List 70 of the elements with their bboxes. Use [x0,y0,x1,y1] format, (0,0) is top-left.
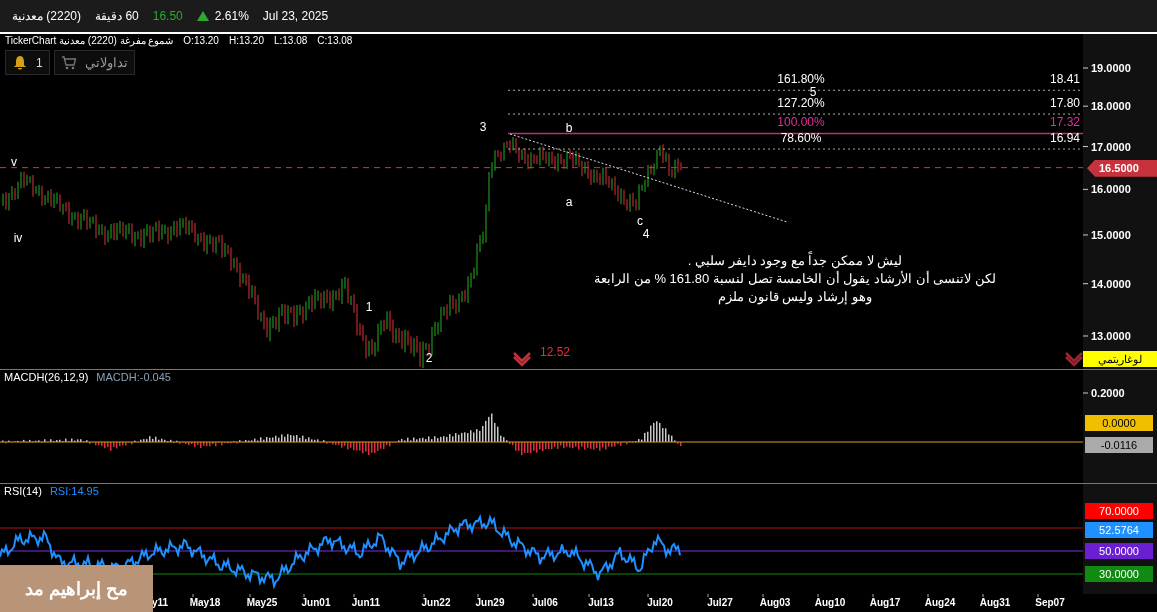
wave-label: c [637,214,643,228]
low-price: L:13.08 [273,35,308,46]
chart-title: شموع مفرغة (2220) معدنية TickerChart [5,35,174,46]
price-tick: 17.0000 [1091,140,1131,153]
fib-price: 18.41 [1049,72,1080,87]
date-tick: May25 [246,597,278,608]
fib-percent: 78.60% [780,131,822,146]
symbol-name: (2220) معدنية [12,9,82,23]
author-stamp: مح إبراهيم مد [0,565,153,612]
wave-label: 3 [479,120,487,134]
date-tick: Aug17 [869,597,901,608]
wave-label: v [11,155,17,169]
date-label: Jul 23, 2025 [262,9,329,23]
wave-label: 2 [425,351,433,365]
rsi-level-tag: 30.0000 [1085,566,1153,582]
date-tick: y11 [151,597,169,608]
date-tick: Jul06 [532,597,558,608]
date-tick: Aug10 [814,597,846,608]
wave-label: b [565,121,573,135]
macd-tick: 0.2000 [1091,387,1125,399]
current-price-tag: 16.5000 [1087,159,1157,177]
indicator-title: RSI(14) [4,485,42,497]
price-tick: 15.0000 [1091,228,1131,241]
fib-price: 17.32 [1049,115,1080,130]
rsi-level-tag: 70.0000 [1085,503,1153,519]
date-tick: Aug31 [979,597,1011,608]
fib-percent: 161.80% [777,72,825,87]
fib-percent: 127.20% [777,96,825,111]
open-price: O:13.20 [183,35,219,46]
log-scale-toggle[interactable]: لوغاريتمي [1083,351,1157,367]
wave-label: iv [13,231,23,245]
close-price: C:13.08 [317,35,353,46]
date-tick: Jun01 [301,597,331,608]
wave-label: 1 [365,300,373,314]
wave-label: a [565,195,573,209]
high-price: H:13.20 [228,35,264,46]
wave-label: 5 [809,85,817,99]
zero-line-tag: 0.0000 [1085,415,1153,431]
indicator-reading: MACDH:-0.045 [96,371,171,383]
price-tick: 13.0000 [1091,330,1131,342]
alerts-button[interactable]: 1 [5,50,50,75]
date-tick: May18 [189,597,221,608]
price-tick: 16.0000 [1091,183,1131,196]
interval-label: 60 دقيقة [95,9,139,23]
indicator-reading: RSI:14.95 [49,485,99,497]
date-tick: Aug03 [759,597,791,608]
indicator-title: MACDH(26,12,9) [4,371,89,383]
price-tick: 19.0000 [1091,62,1131,74]
date-tick: Jun22 [421,597,451,608]
wave-label: 4 [642,227,650,241]
date-tick: Jul27 [707,597,733,608]
fib-percent: 100.00% [777,115,825,130]
rsi-level-tag: 52.5764 [1085,522,1153,538]
fib-price: 16.94 [1049,131,1080,146]
my-trades-button[interactable]: تداولاتي [53,50,135,75]
last-price: 16.50 [152,9,183,23]
fib-price: 17.80 [1049,96,1080,111]
date-tick: Jun29 [475,597,505,608]
macd-value-tag: -0.0116 [1085,437,1153,453]
date-tick: Aug24 [924,597,956,608]
low-price-label: 12.52 [540,345,571,359]
date-tick: Jul20 [647,597,673,608]
change-percent: 2.61% [214,9,249,23]
price-tick: 18.0000 [1091,100,1131,113]
date-tick: Jul13 [588,597,614,608]
annotation-text: ليش لا ممكن جداً مع وجود دايفر سلبي . لكن لاتنسى أن الأرشاد يقول أن الخامسة تصل لنسبة 161.80 % من الرابعة وهو إرشاد وليس قانون ملزم [593,252,997,306]
rsi-level-tag: 50.0000 [1085,543,1153,559]
date-tick: Jun11 [351,597,381,608]
price-tick: 14.0000 [1091,277,1131,290]
date-tick: Sep07 [1035,597,1065,608]
